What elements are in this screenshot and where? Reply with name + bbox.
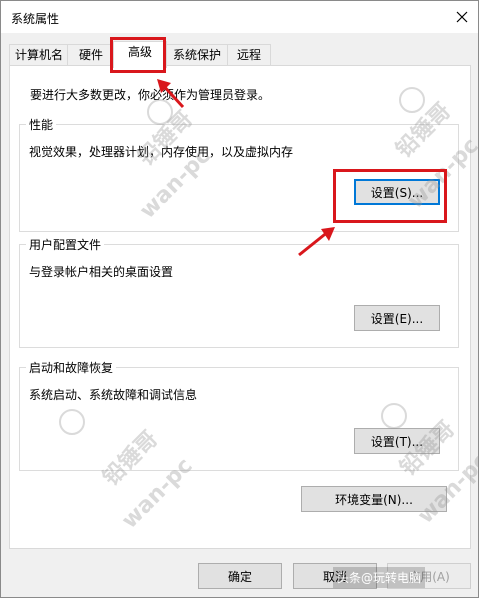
system-properties-window: 系统属性 计算机名 硬件 高级 系统保护 远程 要进行大多数更改，你必须作为管理… — [0, 0, 479, 598]
arrow-icon — [298, 227, 335, 257]
ok-button[interactable]: 确定 — [198, 563, 282, 589]
tab-remote[interactable]: 远程 — [227, 44, 271, 66]
environment-variables-button[interactable]: 环境变量(N)... — [301, 486, 447, 512]
watermark-logo-icon — [59, 409, 85, 435]
startup-recovery-description: 系统启动、系统故障和调试信息 — [29, 388, 198, 402]
title-bar: 系统属性 — [1, 1, 478, 33]
user-profiles-group: 用户配置文件 与登录帐户相关的桌面设置 设置(E)... — [19, 236, 459, 348]
tab-system-protection[interactable]: 系统保护 — [165, 44, 229, 66]
source-caption: 头条@玩转电脑 — [333, 567, 426, 588]
tab-computer-name[interactable]: 计算机名 — [9, 44, 69, 66]
admin-notice: 要进行大多数更改，你必须作为管理员登录。 — [30, 88, 271, 102]
user-profiles-group-title: 用户配置文件 — [26, 236, 105, 253]
user-profiles-description: 与登录帐户相关的桌面设置 — [29, 265, 174, 279]
startup-recovery-group-title: 启动和故障恢复 — [26, 359, 117, 376]
advanced-tab-panel: 要进行大多数更改，你必须作为管理员登录。 性能 视觉效果，处理器计划，内存使用，… — [9, 65, 471, 549]
startup-recovery-settings-button[interactable]: 设置(T)... — [354, 428, 440, 454]
close-icon — [456, 11, 468, 23]
close-button[interactable] — [446, 1, 478, 33]
user-profiles-settings-button[interactable]: 设置(E)... — [354, 305, 440, 331]
button-highlight-box — [333, 169, 447, 223]
tab-highlight-box — [110, 37, 166, 73]
arrow-icon — [157, 79, 185, 109]
watermark-logo-icon — [381, 403, 407, 429]
performance-description: 视觉效果，处理器计划，内存使用，以及虚拟内存 — [29, 145, 294, 159]
tab-hardware[interactable]: 硬件 — [67, 44, 115, 66]
window-title: 系统属性 — [11, 12, 60, 26]
performance-group-title: 性能 — [26, 116, 57, 133]
watermark-logo-icon — [399, 87, 425, 113]
